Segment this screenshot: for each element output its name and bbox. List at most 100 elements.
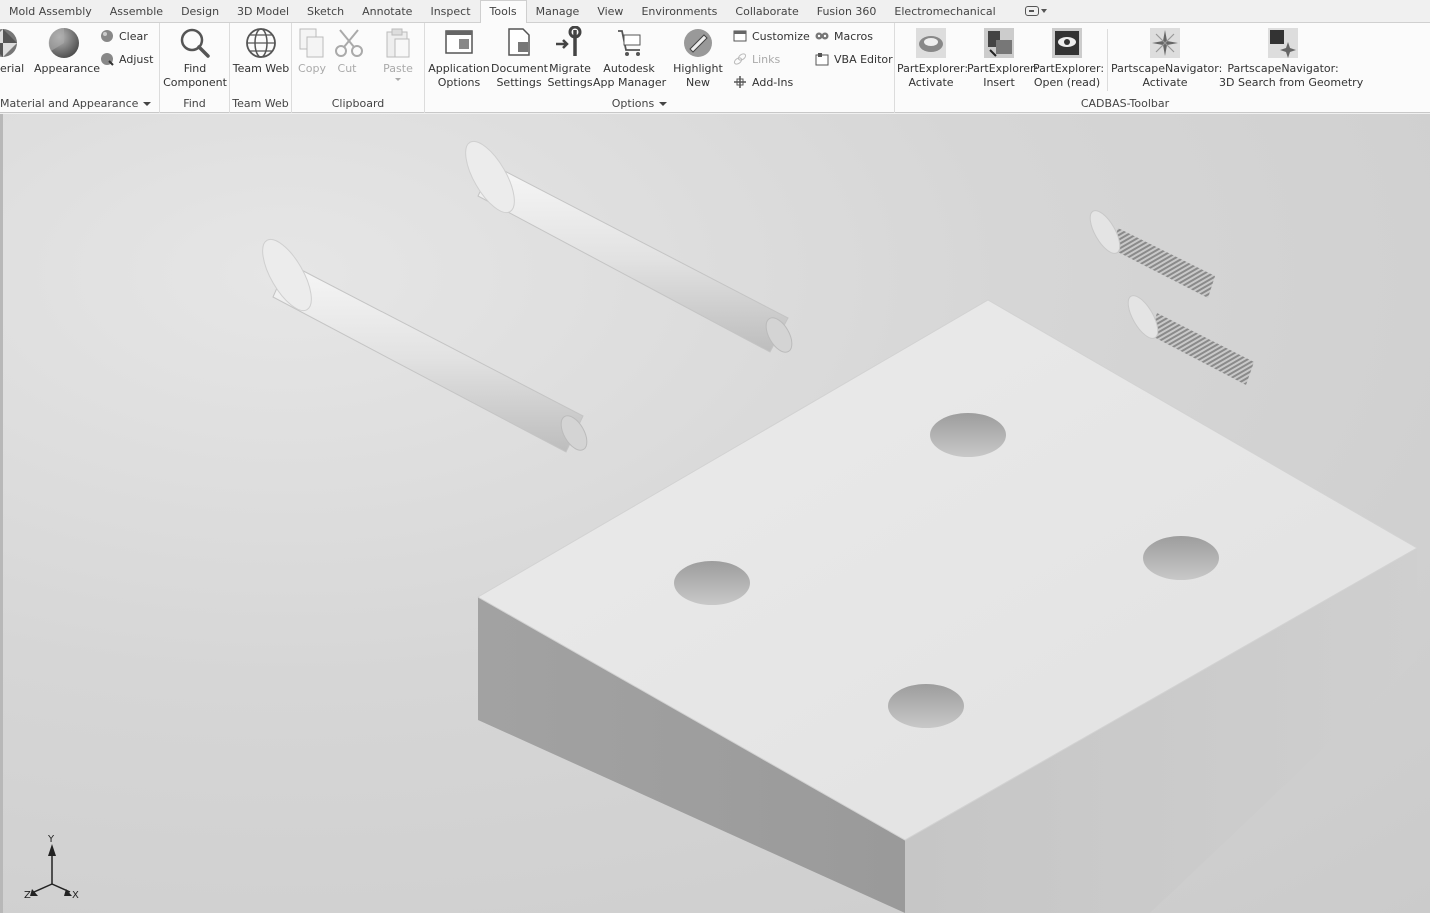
tab-mold-assembly[interactable]: Mold Assembly — [0, 0, 101, 23]
macros-gears-icon — [815, 29, 829, 43]
document-settings-icon — [502, 26, 536, 60]
panel-dropdown-icon — [143, 102, 152, 106]
panel-cadbas-toolbar: PartExplorer: Activate PartExplorer: Ins… — [895, 23, 1363, 113]
cut-button[interactable]: Cut — [332, 26, 363, 76]
tab-view[interactable]: View — [588, 0, 632, 23]
customize-button[interactable]: Customize — [733, 27, 810, 45]
application-options-label-2: Options — [437, 76, 481, 89]
paste-button[interactable]: Paste — [380, 26, 416, 81]
team-web-label: Team Web — [232, 62, 290, 75]
tab-annotate[interactable]: Annotate — [353, 0, 421, 23]
triad-z-label: Z — [24, 890, 31, 901]
pe-insert-label-1: PartExplorer: — [967, 62, 1039, 75]
panel-team-web: Team Web Team Web — [230, 23, 292, 113]
partexplorer-open-read-button[interactable]: PartExplorer: Open (read) — [1033, 26, 1105, 90]
autodesk-label-2: App Manager — [593, 76, 667, 89]
application-options-button[interactable]: Application Options — [428, 26, 490, 90]
link-chain-icon — [733, 52, 747, 66]
highlight-new-button[interactable]: Highlight New — [671, 26, 725, 90]
partscapenavigator-3d-search-button[interactable]: PartscapeNavigator: 3D Search from Geome… — [1219, 26, 1363, 90]
ribbon-tab-bar: Mold Assembly Assemble Design 3D Model S… — [0, 0, 1430, 24]
migrate-wrench-icon — [553, 25, 587, 60]
material-appearance-panel-title: Material and Appearance — [0, 97, 139, 110]
tab-electromechanical[interactable]: Electromechanical — [885, 0, 1004, 23]
tab-assemble[interactable]: Assemble — [101, 0, 172, 23]
copy-label: Copy — [298, 62, 326, 75]
copy-icon — [295, 26, 329, 60]
panel-find: Find Component Find — [160, 23, 230, 113]
paste-icon — [381, 26, 415, 60]
dowel-pin[interactable] — [253, 232, 592, 454]
tab-inspect[interactable]: Inspect — [421, 0, 479, 23]
vba-editor-button[interactable]: VBA Editor — [815, 50, 893, 68]
appearance-button[interactable]: Appearance — [34, 26, 100, 76]
screw[interactable] — [1122, 291, 1254, 385]
globe-icon — [244, 26, 278, 60]
ribbon-toggle-icon — [1024, 6, 1039, 16]
plate-hole — [888, 684, 964, 728]
migrate-settings-button[interactable]: Migrate Settings — [547, 25, 593, 90]
base-plate[interactable] — [476, 299, 1419, 913]
plate-hole — [930, 413, 1006, 457]
adjust-appearance-button[interactable]: Adjust — [100, 50, 153, 68]
material-label: erial — [0, 62, 25, 75]
model-scene[interactable] — [0, 114, 1430, 913]
highlight-label-1: Highlight — [673, 62, 723, 75]
pe-insert-label-2: Insert — [983, 76, 1015, 89]
clear-appearance-button[interactable]: Clear — [100, 27, 148, 45]
macros-button[interactable]: Macros — [815, 27, 873, 45]
team-web-button[interactable]: Team Web — [232, 26, 290, 76]
tab-tools[interactable]: Tools — [479, 0, 527, 24]
plate-hole — [1143, 536, 1219, 580]
view-triad[interactable]: Y Z X — [20, 834, 90, 904]
pe-activate-label-2: Activate — [908, 76, 954, 89]
tab-fusion-360[interactable]: Fusion 360 — [808, 0, 886, 23]
panel-material-appearance-label[interactable]: Material and Appearance — [0, 97, 159, 110]
screw[interactable] — [1084, 206, 1215, 298]
partexplorer-open-read-icon — [1050, 26, 1084, 60]
document-settings-label-2: Settings — [496, 76, 542, 89]
panel-options: Application Options Document Settings Mi… — [425, 23, 895, 113]
appearance-sphere-icon — [47, 26, 81, 60]
triad-x-label: X — [72, 890, 79, 901]
find-component-label-2: Component — [163, 76, 227, 89]
pe-open-label-1: PartExplorer: — [1033, 62, 1105, 75]
find-component-button[interactable]: Find Component — [162, 26, 228, 90]
3d-viewport[interactable]: Y Z X — [0, 114, 1430, 913]
highlight-label-2: New — [686, 76, 710, 89]
links-label: Links — [752, 52, 781, 66]
tab-environments[interactable]: Environments — [632, 0, 726, 23]
y-axis-arrow-icon — [48, 844, 56, 856]
vba-editor-icon — [815, 52, 829, 66]
appearance-label: Appearance — [34, 62, 101, 75]
scissors-icon — [332, 26, 366, 60]
cadbas-separator — [1107, 29, 1108, 91]
partscapenavigator-activate-button[interactable]: PartscapeNavigator: Activate — [1111, 26, 1222, 90]
autodesk-app-manager-button[interactable]: Autodesk App Manager — [593, 26, 667, 90]
tab-manage[interactable]: Manage — [527, 0, 589, 23]
partexplorer-insert-button[interactable]: PartExplorer: Insert — [967, 26, 1039, 90]
find-component-label-1: Find — [183, 62, 207, 75]
application-options-label-1: Application — [428, 62, 490, 75]
dowel-pin[interactable] — [456, 134, 797, 356]
tab-sketch[interactable]: Sketch — [298, 0, 353, 23]
add-ins-button[interactable]: Add-Ins — [733, 73, 793, 91]
panel-options-label[interactable]: Options — [385, 97, 894, 110]
triad-y-label: Y — [48, 834, 55, 845]
links-button[interactable]: Links — [733, 50, 780, 68]
tab-design[interactable]: Design — [172, 0, 228, 23]
clear-label: Clear — [119, 29, 148, 43]
document-settings-button[interactable]: Document Settings — [491, 26, 548, 90]
partexplorer-activate-button[interactable]: PartExplorer: Activate — [897, 26, 969, 90]
pe-activate-label-1: PartExplorer: — [897, 62, 969, 75]
plate-hole — [674, 561, 750, 605]
partscape-activate-star-icon — [1148, 26, 1182, 60]
tab-3d-model[interactable]: 3D Model — [228, 0, 298, 23]
ribbon-display-toggle[interactable] — [1024, 4, 1051, 18]
copy-button[interactable]: Copy — [294, 26, 330, 76]
material-button[interactable]: erial — [0, 26, 24, 75]
tab-collaborate[interactable]: Collaborate — [726, 0, 807, 23]
panel-team-web-label: Team Web — [232, 97, 289, 110]
partexplorer-activate-icon — [914, 26, 948, 60]
panel-cadbas-toolbar-label: CADBAS-Toolbar — [1080, 97, 1170, 110]
